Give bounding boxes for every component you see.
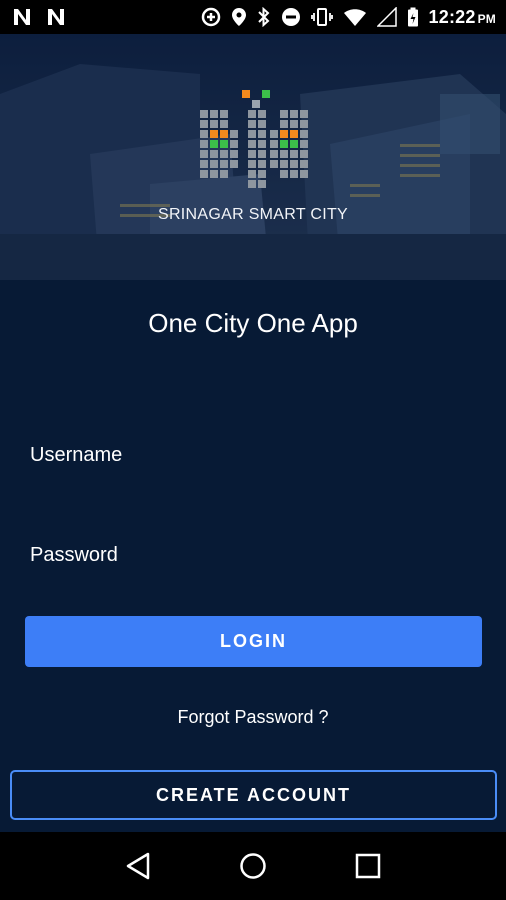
login-button[interactable]: LOGIN <box>25 616 482 667</box>
do-not-disturb-icon <box>281 8 300 26</box>
username-input[interactable] <box>30 433 480 477</box>
recents-button[interactable] <box>338 836 398 896</box>
recents-icon <box>356 853 381 879</box>
smart-city-logo <box>200 90 308 188</box>
n-notification-icon <box>14 9 30 25</box>
vibrate-icon <box>310 8 333 26</box>
password-input[interactable] <box>30 533 480 577</box>
bluetooth-icon <box>257 7 270 27</box>
signal-icon <box>376 7 397 27</box>
app-title: One City One App <box>148 308 358 338</box>
home-icon <box>240 853 266 879</box>
status-left <box>12 8 66 26</box>
back-button[interactable] <box>108 836 168 896</box>
home-button[interactable] <box>223 836 283 896</box>
navigation-bar <box>0 832 506 900</box>
forgot-password-link[interactable]: Forgot Password ? <box>0 707 506 728</box>
banner: SRINAGAR SMART CITY <box>0 34 506 280</box>
n-notification-icon <box>48 9 64 25</box>
status-bar: 12:22 PM <box>0 0 506 34</box>
status-right: 12:22 PM <box>201 7 496 28</box>
brand-name: SRINAGAR SMART CITY <box>157 206 349 223</box>
back-icon <box>126 852 149 880</box>
data-saver-icon <box>201 7 220 27</box>
battery-icon <box>407 7 418 27</box>
create-account-button[interactable]: CREATE ACCOUNT <box>10 770 497 820</box>
wifi-icon <box>343 9 366 26</box>
location-icon <box>231 8 246 26</box>
clock: 12:22 PM <box>428 6 496 27</box>
